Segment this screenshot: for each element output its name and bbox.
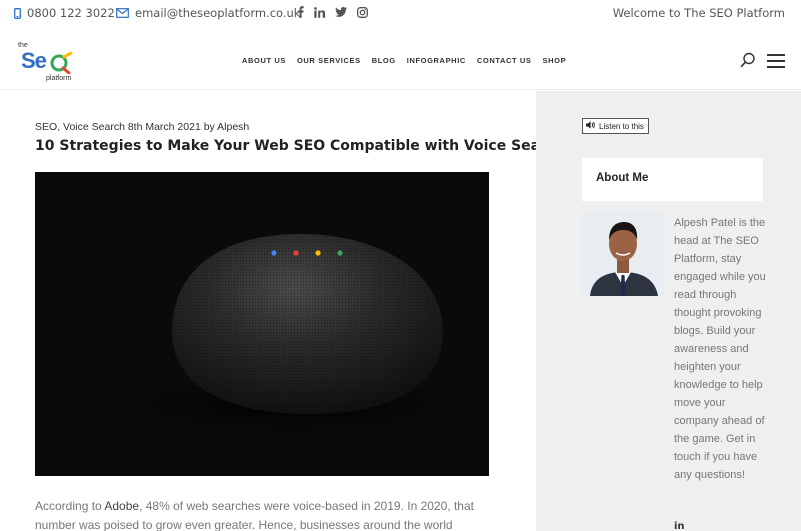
nav-infographic[interactable]: INFOGRAPHIC — [407, 56, 466, 65]
hamburger-menu-icon[interactable] — [767, 54, 785, 68]
nav-shop[interactable]: SHOP — [543, 56, 567, 65]
top-bar: 0800 122 3022 email@theseoplatform.co.uk… — [0, 0, 801, 28]
about-me-text: Alpesh Patel is the head at The SEO Plat… — [674, 217, 766, 481]
about-me-card: About Me — [582, 158, 763, 201]
author-avatar — [582, 212, 665, 296]
category-voice-search-link[interactable]: Voice Search — [63, 121, 125, 133]
social-links — [297, 6, 368, 18]
nav-about-us[interactable]: ABOUT US — [242, 56, 286, 65]
post-meta: SEO, Voice Search 8th March 2021 by Alpe… — [35, 121, 250, 133]
speaker-icon — [586, 121, 596, 131]
featured-image — [35, 172, 489, 476]
email-link[interactable]: email@theseoplatform.co.uk — [116, 6, 300, 20]
article-area: SEO, Voice Search 8th March 2021 by Alpe… — [0, 91, 565, 531]
main-nav: ABOUT US OUR SERVICES BLOG INFOGRAPHIC C… — [242, 56, 566, 65]
envelope-icon — [116, 8, 129, 18]
logo-wordmark: Se — [21, 48, 47, 73]
facebook-icon[interactable] — [297, 6, 304, 18]
adobe-link[interactable]: Adobe — [104, 499, 139, 513]
site-header: the Se platform ABOUT US OUR SERVICES BL… — [0, 32, 801, 90]
sidebar: Listen to this About Me Alpesh Patel is … — [536, 91, 801, 531]
post-title: 10 Strategies to Make Your Web SEO Compa… — [35, 138, 566, 154]
article-intro: According to Adobe, 48% of web searches … — [35, 499, 474, 531]
listen-button[interactable]: Listen to this — [582, 118, 649, 134]
instagram-icon[interactable] — [357, 6, 368, 18]
linkedin-small-icon[interactable]: in — [674, 521, 685, 531]
phone-number: 0800 122 3022 — [27, 6, 115, 20]
phone-icon — [14, 7, 21, 19]
logo-platform-text: platform — [46, 75, 72, 82]
listen-label: Listen to this — [599, 121, 644, 131]
email-address: email@theseoplatform.co.uk — [135, 6, 301, 20]
search-icon[interactable] — [740, 52, 756, 68]
by-label: by — [203, 121, 215, 133]
twitter-icon[interactable] — [335, 7, 347, 17]
nav-blog[interactable]: BLOG — [372, 56, 396, 65]
linkedin-icon[interactable] — [314, 6, 325, 18]
category-seo-link[interactable]: SEO — [35, 121, 57, 133]
nav-contact-us[interactable]: CONTACT US — [477, 56, 532, 65]
welcome-text: Welcome to The SEO Platform — [612, 6, 785, 20]
nav-our-services[interactable]: OUR SERVICES — [297, 56, 361, 65]
phone-link[interactable]: 0800 122 3022 — [14, 6, 115, 20]
about-me-title: About Me — [596, 172, 649, 184]
logo-o-mark — [50, 52, 73, 74]
author-link[interactable]: Alpesh — [217, 121, 249, 133]
post-date: 8th March 2021 — [127, 121, 201, 133]
site-logo[interactable]: the Se platform — [16, 40, 80, 86]
